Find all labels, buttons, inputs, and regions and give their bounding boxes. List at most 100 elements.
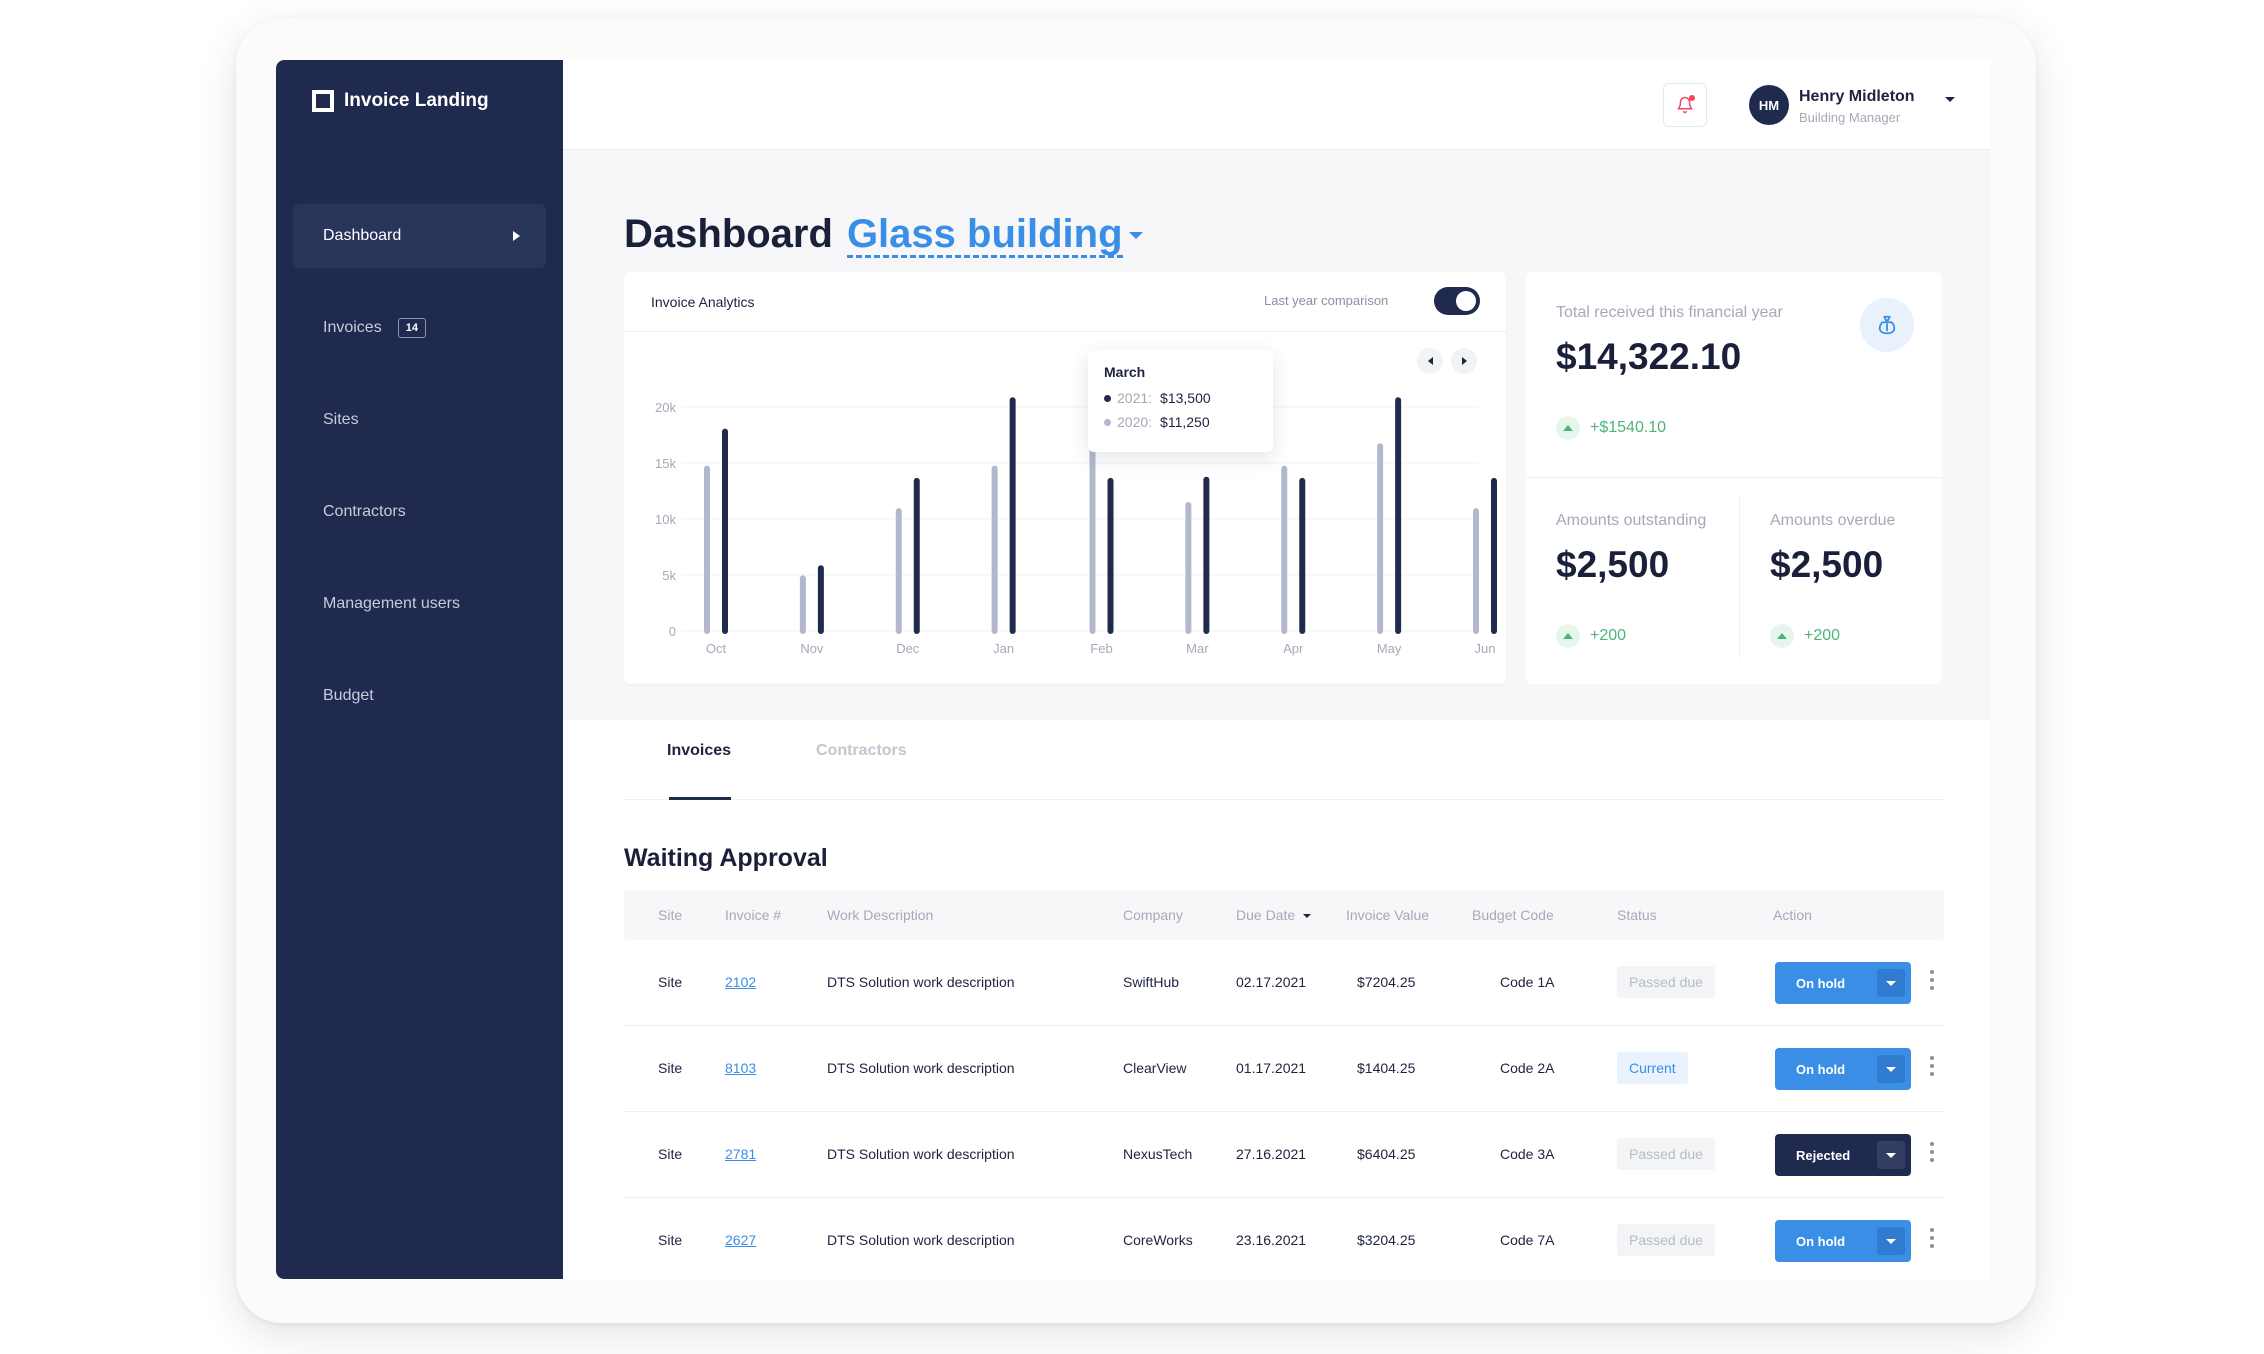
sidebar: Invoice Landing Dashboard Invoices 14 Si…: [276, 60, 563, 1279]
sidebar-item-label: Dashboard: [323, 227, 402, 244]
x-tick-label: May: [1377, 641, 1402, 656]
trend-up-icon: [1556, 624, 1580, 648]
outstanding-value: $2,500: [1556, 544, 1670, 585]
more-options-icon[interactable]: [1929, 1056, 1935, 1076]
more-options-icon[interactable]: [1929, 1142, 1935, 1162]
due-date-cell: 01.17.2021: [1236, 1060, 1307, 1076]
action-dropdown-toggle[interactable]: [1877, 1227, 1905, 1255]
x-tick-label: Jan: [993, 641, 1014, 656]
column-header[interactable]: Status: [1617, 907, 1657, 923]
description-cell: DTS Solution work description: [827, 974, 1015, 990]
outstanding-label: Amounts outstanding: [1556, 512, 1707, 529]
chart-header: Invoice Analytics Last year comparison: [624, 272, 1506, 332]
invoice-value-cell: $6404.25: [1357, 1146, 1416, 1162]
action-button[interactable]: Rejected: [1775, 1134, 1911, 1176]
sidebar-item-label: Budget: [323, 687, 374, 704]
total-received-label: Total received this financial year: [1556, 304, 1783, 321]
sidebar-item-label: Sites: [323, 411, 359, 428]
comparison-toggle[interactable]: [1434, 287, 1480, 315]
column-header[interactable]: Invoice Value: [1346, 907, 1429, 923]
column-header[interactable]: Work Description: [827, 907, 933, 923]
tooltip-value: $11,250: [1160, 414, 1210, 430]
budget-code-cell: Code 3A: [1500, 1146, 1555, 1162]
y-tick-label: 5k: [662, 568, 676, 583]
avatar[interactable]: HM: [1749, 85, 1789, 125]
invoice-link[interactable]: 8103: [725, 1060, 756, 1076]
overdue-value: $2,500: [1770, 544, 1884, 585]
due-date-cell: 02.17.2021: [1236, 974, 1307, 990]
invoice-link[interactable]: 2627: [725, 1232, 756, 1248]
bar-chart: 0 5k 10k 15k 20k Oct Nov Dec Jan Feb Mar Apr May Jun: [655, 397, 1497, 656]
column-header[interactable]: Budget Code: [1472, 907, 1554, 923]
action-label: On hold: [1796, 1233, 1846, 1249]
invoice-link[interactable]: 2781: [725, 1146, 756, 1162]
x-tick-label: Oct: [706, 641, 727, 656]
notification-dot: [1689, 95, 1695, 101]
page-title-text: Dashboard: [624, 212, 833, 256]
building-selector[interactable]: Glass building: [846, 213, 1123, 258]
sidebar-item-sites[interactable]: Sites: [293, 388, 546, 452]
status-badge: Current: [1617, 1052, 1688, 1084]
action-label: On hold: [1796, 1061, 1846, 1077]
chevron-down-icon[interactable]: [1945, 97, 1955, 102]
y-tick-label: 20k: [655, 400, 676, 415]
more-options-icon[interactable]: [1929, 970, 1935, 990]
action-button[interactable]: On hold: [1775, 1220, 1911, 1262]
user-name[interactable]: Henry Midleton: [1799, 88, 1915, 106]
invoices-section: Invoices Contractors Waiting Approval Si…: [563, 720, 1990, 1279]
delta-value: +200: [1590, 627, 1627, 644]
action-button[interactable]: On hold: [1775, 1048, 1911, 1090]
tooltip-value: $13,500: [1160, 390, 1211, 406]
site-cell: Site: [658, 1146, 683, 1162]
brand[interactable]: Invoice Landing: [312, 90, 489, 112]
action-dropdown-toggle[interactable]: [1877, 969, 1905, 997]
column-header[interactable]: Action: [1773, 907, 1812, 923]
action-dropdown-toggle[interactable]: [1877, 1055, 1905, 1083]
total-received-delta: +$1540.10: [1556, 416, 1666, 440]
tooltip-label: 2021:: [1117, 390, 1153, 406]
column-header-due-date[interactable]: Due Date: [1236, 907, 1312, 923]
action-dropdown-toggle[interactable]: [1877, 1141, 1905, 1169]
x-tick-label: Dec: [896, 641, 920, 656]
chevron-right-icon: [513, 231, 520, 241]
column-header-label: Due Date: [1236, 907, 1296, 923]
x-tick-label: Jun: [1475, 641, 1496, 656]
sidebar-item-invoices[interactable]: Invoices 14: [293, 296, 546, 360]
x-tick-label: Nov: [800, 641, 824, 656]
sidebar-item-management-users[interactable]: Management users: [293, 572, 546, 636]
tab-contractors[interactable]: Contractors: [816, 742, 907, 760]
outstanding-delta: +200: [1556, 624, 1626, 648]
more-options-icon[interactable]: [1929, 1228, 1935, 1248]
invoice-link[interactable]: 2102: [725, 974, 756, 990]
company-cell: CoreWorks: [1123, 1232, 1193, 1248]
chart-tooltip: March 2021: $13,500 2020: $11,250: [1088, 350, 1273, 452]
y-tick-label: 10k: [655, 512, 676, 527]
table-row: Site 2781 DTS Solution work description Nex…: [624, 1112, 1944, 1198]
sidebar-item-contractors[interactable]: Contractors: [293, 480, 546, 544]
delta-value: +200: [1804, 627, 1841, 644]
description-cell: DTS Solution work description: [827, 1146, 1015, 1162]
money-bag-icon: [1860, 298, 1914, 352]
stats-divider: [1739, 498, 1740, 658]
sidebar-item-budget[interactable]: Budget: [293, 664, 546, 728]
column-header[interactable]: Company: [1123, 907, 1183, 923]
description-cell: DTS Solution work description: [827, 1060, 1015, 1076]
tab-bar: Invoices Contractors: [624, 720, 1944, 800]
user-role: Building Manager: [1799, 110, 1901, 125]
delta-value: +$1540.10: [1590, 419, 1667, 436]
notifications-button[interactable]: [1663, 83, 1707, 127]
site-cell: Site: [658, 974, 683, 990]
column-header[interactable]: Invoice #: [725, 907, 781, 923]
company-cell: SwiftHub: [1123, 974, 1180, 990]
sidebar-item-label: Management users: [323, 595, 460, 612]
chevron-down-icon[interactable]: [1128, 231, 1143, 239]
sidebar-item-dashboard[interactable]: Dashboard: [293, 204, 546, 268]
sort-down-icon: [1303, 914, 1312, 919]
status-badge: Passed due: [1617, 1138, 1715, 1170]
tab-invoices[interactable]: Invoices: [667, 742, 731, 760]
x-tick-label: Feb: [1090, 641, 1112, 656]
column-header[interactable]: Site: [658, 907, 682, 923]
tooltip-month: March: [1104, 364, 1146, 380]
action-button[interactable]: On hold: [1775, 962, 1911, 1004]
site-cell: Site: [658, 1232, 683, 1248]
